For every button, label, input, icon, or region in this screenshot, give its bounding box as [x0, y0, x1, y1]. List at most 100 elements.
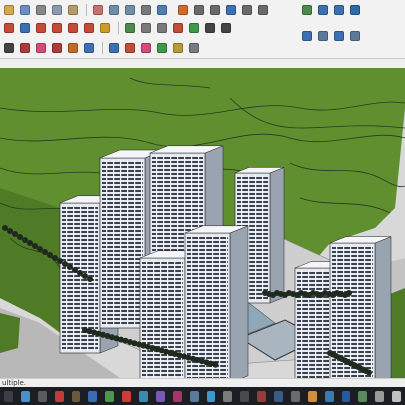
window-band	[142, 374, 183, 376]
open-button[interactable]	[2, 4, 15, 17]
erase-button[interactable]	[91, 4, 104, 17]
save-button[interactable]	[18, 4, 31, 17]
tree	[57, 258, 63, 264]
circle-icon	[108, 43, 119, 53]
taskbar-app-11-icon[interactable]	[189, 390, 199, 402]
look-around-button[interactable]	[171, 42, 184, 55]
taskbar-app-14-icon[interactable]	[240, 390, 250, 402]
move-button[interactable]	[18, 22, 31, 35]
component-icon	[19, 43, 30, 53]
print-button[interactable]	[139, 4, 152, 17]
taskbar-app-5-icon[interactable]	[88, 390, 98, 402]
iso-box-button[interactable]	[316, 30, 329, 43]
paste-button[interactable]	[66, 4, 79, 17]
top-view-button[interactable]	[192, 4, 205, 17]
push-pull-button[interactable]	[50, 22, 63, 35]
taskbar-app-8-icon[interactable]	[139, 390, 148, 402]
window-band	[102, 238, 143, 240]
axes-button[interactable]	[171, 22, 184, 35]
dimension-icon	[124, 23, 135, 33]
iso-view-button[interactable]	[176, 4, 189, 17]
arc-button[interactable]	[66, 42, 79, 55]
window-band	[187, 265, 228, 267]
protractor-button[interactable]	[139, 22, 152, 35]
window-band	[187, 313, 228, 315]
tree	[366, 369, 372, 376]
scale-icon	[35, 23, 46, 33]
rotate-button[interactable]	[2, 22, 15, 35]
orbit-button[interactable]	[300, 4, 313, 17]
textured-button[interactable]	[348, 4, 361, 17]
taskbar-app-1-icon[interactable]	[20, 390, 30, 402]
taskbar-app-16-icon[interactable]	[274, 390, 283, 402]
back-view-button[interactable]	[240, 4, 253, 17]
taskbar-app-2-icon[interactable]	[37, 390, 47, 402]
taskbar-app-13-icon[interactable]	[223, 390, 233, 402]
taskbar-app-20-icon[interactable]	[341, 390, 351, 402]
paint-bucket-button[interactable]	[187, 22, 200, 35]
xray-button[interactable]	[316, 4, 329, 17]
taskbar-app-23-icon[interactable]	[392, 390, 401, 402]
redo-button[interactable]	[123, 4, 136, 17]
taskbar-app-10-icon[interactable]	[172, 390, 182, 402]
window-band	[332, 247, 373, 249]
line-button[interactable]	[50, 42, 63, 55]
follow-me-button[interactable]	[66, 22, 79, 35]
front-box-button[interactable]	[348, 30, 361, 43]
copy-button[interactable]	[50, 4, 63, 17]
window-band	[187, 349, 228, 351]
window-band	[102, 266, 143, 268]
taskbar-app-9-icon[interactable]	[155, 390, 165, 402]
model-info-button[interactable]	[155, 4, 168, 17]
zoom-button[interactable]	[203, 22, 216, 35]
right-view-button[interactable]	[224, 4, 237, 17]
eraser-button[interactable]	[34, 42, 47, 55]
taskbar-app-7-icon[interactable]	[122, 390, 131, 402]
taskbar-app-4-icon[interactable]	[71, 390, 81, 402]
taskbar-app-21-icon[interactable]	[358, 390, 368, 402]
windows-start-icon[interactable]	[4, 390, 13, 402]
taskbar-app-15-icon[interactable]	[257, 390, 266, 402]
taskbar-app-17-icon[interactable]	[290, 390, 300, 402]
top-box-button[interactable]	[332, 30, 345, 43]
walk-button[interactable]	[155, 42, 168, 55]
window-band	[142, 286, 183, 288]
shaded-button[interactable]	[332, 4, 345, 17]
model-viewport[interactable]	[0, 68, 405, 378]
dimension-button[interactable]	[123, 22, 136, 35]
taskbar-app-22-icon[interactable]	[375, 390, 385, 402]
tape-measure-button[interactable]	[98, 22, 111, 35]
scale-button[interactable]	[34, 22, 47, 35]
facade-mullion	[226, 235, 228, 378]
window-band	[102, 306, 143, 308]
window-band	[332, 315, 373, 317]
polygon-button[interactable]	[123, 42, 136, 55]
top-view-icon	[193, 5, 204, 15]
window-band	[142, 266, 183, 268]
rectangle-button[interactable]	[82, 42, 95, 55]
taskbar-app-12-icon[interactable]	[206, 390, 216, 402]
circle-button[interactable]	[107, 42, 120, 55]
window-band	[332, 327, 373, 329]
offset-button[interactable]	[82, 22, 95, 35]
taskbar-app-6-icon[interactable]	[105, 390, 115, 402]
select-button[interactable]	[2, 42, 15, 55]
taskbar-app-3-icon[interactable]	[54, 390, 64, 402]
taskbar-app-19-icon[interactable]	[324, 390, 334, 402]
pan-button[interactable]	[219, 22, 232, 35]
left-view-button[interactable]	[256, 4, 269, 17]
window-band	[102, 298, 143, 300]
cut-button[interactable]	[34, 4, 47, 17]
section-button[interactable]	[139, 42, 152, 55]
front-view-button[interactable]	[208, 4, 221, 17]
undo-button[interactable]	[107, 4, 120, 17]
facade-mullion	[181, 260, 183, 378]
window-band	[102, 286, 143, 288]
paint-bucket-icon	[188, 23, 199, 33]
window-band	[332, 251, 373, 253]
view-arrow-button[interactable]	[300, 30, 313, 43]
position-camera-button[interactable]	[187, 42, 200, 55]
component-button[interactable]	[18, 42, 31, 55]
taskbar-app-18-icon[interactable]	[307, 390, 317, 402]
text-button[interactable]	[155, 22, 168, 35]
